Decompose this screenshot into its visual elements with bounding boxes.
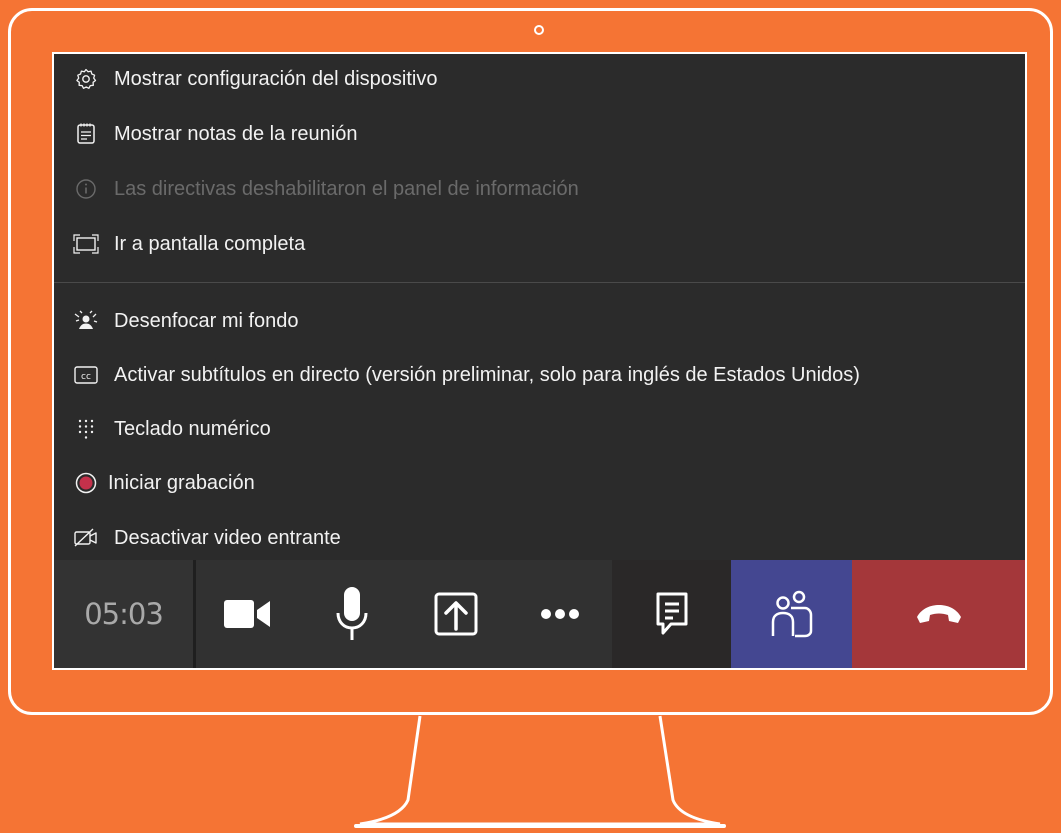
- chat-icon: [655, 591, 689, 637]
- dialpad-icon: [72, 415, 100, 443]
- menu-item-label: Ir a pantalla completa: [114, 232, 306, 255]
- menu-item-label: Mostrar configuración del dispositivo: [114, 67, 438, 90]
- microphone-toggle-button[interactable]: [300, 560, 404, 668]
- blur-background-icon: [72, 307, 100, 335]
- call-timer: 05:03: [54, 560, 196, 668]
- closed-captions-icon: cc: [72, 361, 100, 389]
- menu-item-label: Las directivas deshabilitaron el panel d…: [114, 177, 579, 200]
- menu-item-dialpad[interactable]: Teclado numérico: [54, 407, 1025, 451]
- menu-item-meeting-notes[interactable]: Mostrar notas de la reunión: [54, 112, 1025, 156]
- hang-up-button[interactable]: [852, 560, 1025, 668]
- microphone-icon: [335, 585, 369, 643]
- more-options-button[interactable]: [508, 560, 612, 668]
- hang-up-icon: [915, 603, 963, 625]
- menu-item-label: Desactivar video entrante: [114, 526, 341, 549]
- video-camera-icon: [222, 596, 274, 632]
- video-off-icon: [72, 524, 100, 552]
- menu-item-label: Desenfocar mi fondo: [114, 309, 299, 332]
- svg-text:cc: cc: [81, 372, 91, 382]
- menu-item-fullscreen[interactable]: Ir a pantalla completa: [54, 222, 1025, 266]
- call-toolbar: 05:03: [54, 560, 1025, 668]
- menu-item-device-settings[interactable]: Mostrar configuración del dispositivo: [54, 57, 1025, 101]
- menu-item-info-panel-disabled: Las directivas deshabilitaron el panel d…: [54, 167, 1025, 211]
- menu-item-blur-background[interactable]: Desenfocar mi fondo: [54, 299, 1025, 343]
- menu-item-start-recording[interactable]: Iniciar grabación: [54, 461, 1025, 505]
- notes-icon: [72, 120, 100, 148]
- participants-button[interactable]: [731, 560, 852, 668]
- menu-item-label: Iniciar grabación: [108, 471, 255, 494]
- video-toggle-button[interactable]: [196, 560, 300, 668]
- fullscreen-icon: [72, 230, 100, 258]
- menu-item-disable-incoming-video[interactable]: Desactivar video entrante: [54, 516, 1025, 560]
- share-screen-button[interactable]: [404, 560, 508, 668]
- teams-screen: Mostrar configuración del dispositivo Mo…: [52, 52, 1027, 670]
- chat-button[interactable]: [612, 560, 731, 668]
- participants-icon: [769, 590, 815, 638]
- info-icon: [72, 175, 100, 203]
- menu-item-label: Mostrar notas de la reunión: [114, 122, 358, 145]
- share-screen-icon: [434, 592, 478, 636]
- gear-icon: [72, 65, 100, 93]
- menu-item-label: Activar subtítulos en directo (versión p…: [114, 363, 860, 386]
- record-icon: [72, 469, 100, 497]
- more-actions-menu: Mostrar configuración del dispositivo Mo…: [54, 54, 1025, 560]
- menu-divider: [54, 282, 1025, 283]
- menu-item-label: Teclado numérico: [114, 417, 271, 440]
- menu-item-live-captions[interactable]: cc Activar subtítulos en directo (versió…: [54, 353, 1025, 397]
- more-options-icon: [540, 608, 580, 620]
